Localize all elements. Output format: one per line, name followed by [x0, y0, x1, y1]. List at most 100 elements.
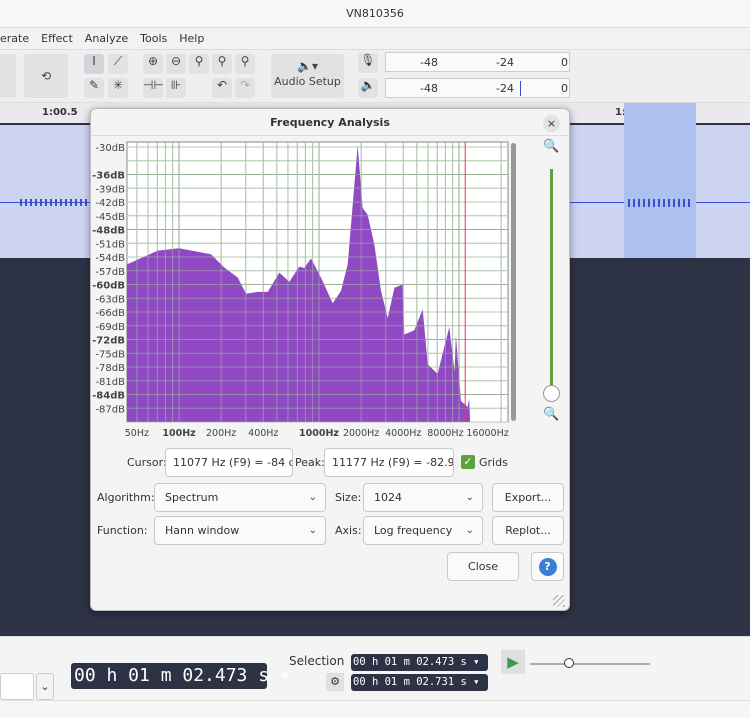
menu-effect[interactable]: Effect	[35, 28, 79, 50]
record-meter[interactable]: -48 -24 0	[385, 52, 570, 72]
audio-setup-label: Audio Setup	[274, 75, 341, 88]
vertical-zoom-thumb[interactable]	[543, 385, 560, 402]
x-tick-label: 4000Hz	[385, 428, 421, 439]
replot-button[interactable]: Replot...	[492, 516, 564, 545]
zoom-out-icon[interactable]: 🔍	[543, 407, 559, 422]
algorithm-select[interactable]: Spectrum ⌄	[154, 483, 326, 512]
grids-checkbox[interactable]: ✓	[461, 455, 475, 469]
selection-start[interactable]: 00 h 01 m 02.473 s ▾	[351, 654, 488, 671]
close-button[interactable]: Close	[447, 552, 519, 581]
redo-icon[interactable]: ↷	[235, 78, 255, 98]
cursor-field[interactable]: 11077 Hz (F9) = -84 dB	[165, 448, 293, 477]
grids-label: Grids	[479, 456, 508, 469]
x-tick-label: 50Hz	[125, 428, 149, 439]
speed-slider-thumb[interactable]	[564, 658, 574, 668]
y-tick-label: -39dB	[95, 184, 125, 195]
draw-tool-icon[interactable]: ✎	[84, 78, 104, 98]
fit-selection-icon[interactable]: ⚲	[189, 54, 209, 74]
zoom-in-icon[interactable]: ⊕	[143, 54, 163, 74]
y-tick-label: -81dB	[95, 377, 125, 388]
menu-tools[interactable]: Tools	[134, 28, 173, 50]
audio-position[interactable]: 00 h 01 m 02.473 s ▾	[71, 663, 291, 689]
menu-help[interactable]: Help	[173, 28, 210, 50]
zoom-toggle-icon[interactable]: ⚲	[235, 54, 255, 74]
selection-region[interactable]	[624, 103, 696, 258]
toolbar: ⟲ I ⟋ ✎ ✳ ⊕ ⊖ ⚲ ⚲ ⚲ ⊣⊢ ⊪ ↶ ↷ 🔈▾ Audio Se…	[0, 50, 750, 103]
x-tick-label: 100Hz	[162, 428, 196, 439]
y-tick-label: -69dB	[95, 322, 125, 333]
peak-label: Peak:	[295, 456, 325, 469]
dialog-title: Frequency Analysis	[91, 109, 569, 136]
trim-icon[interactable]: ⊣⊢	[143, 78, 164, 98]
y-tick-label: -30dB	[95, 143, 125, 154]
vertical-zoom-slider[interactable]	[550, 169, 553, 393]
meter-tick: 0	[561, 56, 568, 69]
snap-dropdown-button[interactable]: ⌄	[36, 673, 54, 700]
meter-tick: -24	[496, 82, 514, 95]
settings-gear-icon[interactable]: ⚙	[326, 673, 344, 691]
meter-level	[520, 81, 521, 96]
function-label: Function:	[97, 524, 148, 537]
speaker-icon: 🔈▾	[297, 59, 318, 73]
play-at-speed-button[interactable]: ▶	[501, 650, 525, 674]
help-icon: ?	[538, 558, 557, 576]
playback-speaker-icon[interactable]: 🔈	[358, 78, 378, 98]
close-icon[interactable]: ×	[543, 115, 560, 132]
x-tick-label: 8000Hz	[427, 428, 463, 439]
meter-tick: -24	[496, 56, 514, 69]
bottom-toolbar: ⌄ 00 h 01 m 02.473 s ▾ Selection 00 h 01…	[0, 636, 750, 700]
y-tick-label: -63dB	[95, 294, 125, 305]
speed-slider[interactable]	[530, 663, 650, 665]
y-tick-label: -72dB	[92, 336, 125, 347]
ruler-label: 1:00.5	[42, 107, 78, 118]
meter-tick: 0	[561, 82, 568, 95]
loop-button[interactable]: ⟲	[24, 54, 68, 98]
menu-analyze[interactable]: Analyze	[79, 28, 134, 50]
undo-icon[interactable]: ↶	[212, 78, 232, 98]
silence-icon[interactable]: ⊪	[166, 78, 186, 98]
waveform-burst	[20, 199, 90, 206]
envelope-tool-icon[interactable]: ⟋	[108, 54, 128, 74]
fit-project-icon[interactable]: ⚲	[212, 54, 232, 74]
selection-label: Selection	[289, 654, 345, 668]
selection-tool-icon[interactable]: I	[84, 54, 104, 74]
selection-end[interactable]: 00 h 01 m 02.731 s ▾	[351, 674, 488, 691]
zoom-out-icon[interactable]: ⊖	[166, 54, 186, 74]
y-tick-label: -48dB	[92, 226, 125, 237]
algorithm-label: Algorithm:	[97, 491, 155, 504]
snap-dropdown[interactable]	[0, 673, 34, 700]
cursor-label: Cursor:	[127, 456, 167, 469]
plot-scrollbar[interactable]	[511, 143, 516, 421]
y-tick-label: -54dB	[95, 253, 125, 264]
axis-select[interactable]: Log frequency ⌄	[363, 516, 483, 545]
y-tick-label: -84dB	[92, 391, 125, 402]
function-select[interactable]: Hann window ⌄	[154, 516, 326, 545]
microphone-icon[interactable]: 🎙	[358, 53, 378, 73]
zoom-in-icon[interactable]: 🔍	[543, 139, 559, 154]
resize-grip-icon[interactable]	[553, 595, 565, 607]
axis-label: Axis:	[335, 524, 362, 537]
meter-tick: -48	[420, 56, 438, 69]
record-button[interactable]	[0, 54, 16, 98]
x-tick-label: 1000Hz	[299, 428, 339, 439]
audio-setup-button[interactable]: 🔈▾ Audio Setup	[271, 54, 344, 98]
export-button[interactable]: Export...	[492, 483, 564, 512]
size-label: Size:	[335, 491, 362, 504]
x-tick-label: 16000Hz	[466, 428, 508, 439]
menu-generate[interactable]: erate	[0, 28, 35, 50]
y-tick-label: -51dB	[95, 239, 125, 250]
x-tick-label: 2000Hz	[343, 428, 379, 439]
playback-meter[interactable]: -48 -24 0	[385, 78, 570, 98]
y-tick-label: -45dB	[95, 212, 125, 223]
help-button[interactable]: ?	[531, 552, 564, 581]
x-tick-label: 200Hz	[206, 428, 236, 439]
size-select[interactable]: 1024 ⌄	[363, 483, 483, 512]
x-tick-label: 400Hz	[248, 428, 278, 439]
window-title: VN810356	[0, 0, 750, 28]
y-tick-label: -87dB	[95, 404, 125, 415]
waveform-burst	[628, 199, 692, 207]
multi-tool-icon[interactable]: ✳	[108, 78, 128, 98]
spectrum-plot[interactable]: -30dB -36dB -39dB -42dB -45dB -48dB -51dB -54dB…	[91, 137, 569, 447]
peak-field[interactable]: 11177 Hz (F9) = -82.9 dB	[324, 448, 454, 477]
frequency-analysis-dialog: Frequency Analysis × -30dB -36dB -39dB -42d…	[90, 108, 570, 611]
